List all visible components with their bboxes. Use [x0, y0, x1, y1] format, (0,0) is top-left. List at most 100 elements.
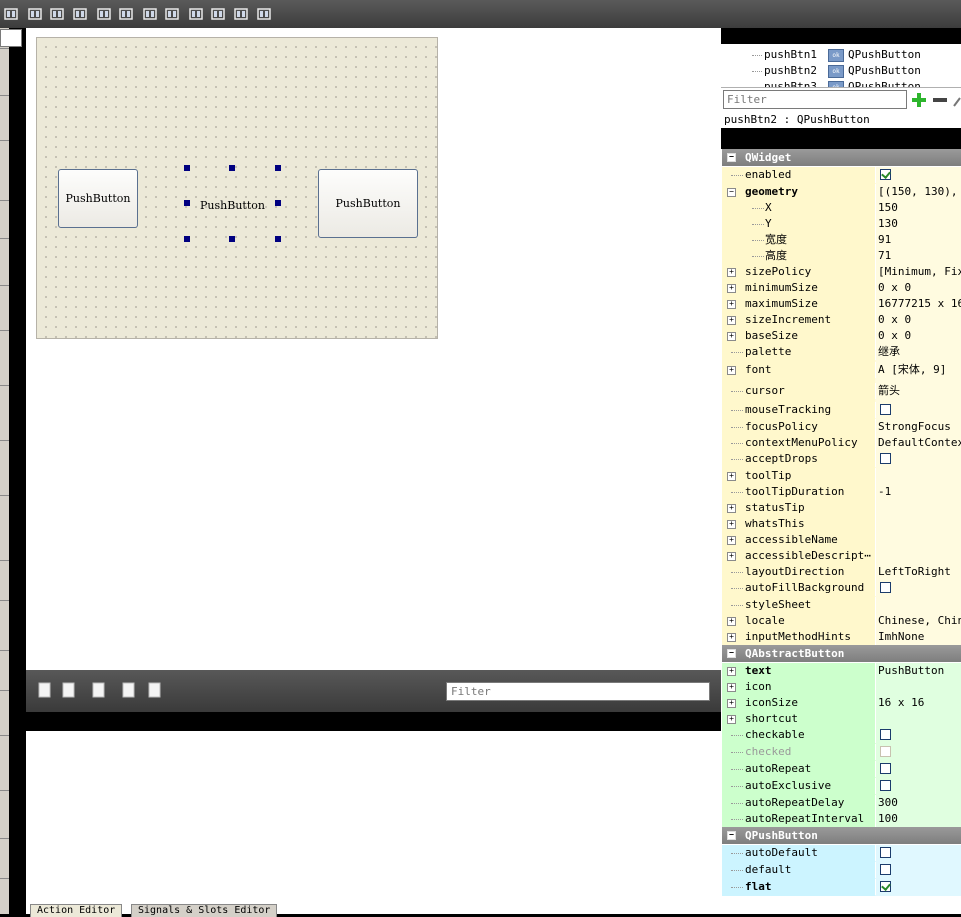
property-row[interactable]: default: [722, 862, 961, 879]
property-checkbox[interactable]: [880, 846, 891, 858]
property-value[interactable]: [875, 744, 891, 760]
property-value[interactable]: PushButton: [875, 663, 944, 679]
section-qabstractbutton[interactable]: − QAbstractButton: [722, 645, 961, 662]
property-value[interactable]: [875, 761, 891, 777]
edit-signals-icon[interactable]: [27, 6, 43, 22]
expand-icon[interactable]: +: [727, 552, 736, 561]
configure-icon[interactable]: [952, 92, 961, 108]
tab-signals-slots-editor[interactable]: Signals & Slots Editor: [131, 904, 278, 917]
property-value[interactable]: 继承: [875, 344, 900, 360]
property-value[interactable]: [875, 845, 891, 861]
selection-handle[interactable]: [184, 165, 190, 171]
expand-icon[interactable]: +: [727, 683, 736, 692]
property-row[interactable]: + font A [宋体, 9]: [722, 362, 961, 383]
property-checkbox[interactable]: [880, 168, 891, 180]
property-value[interactable]: 箭头: [875, 383, 900, 399]
collapse-icon[interactable]: −: [727, 188, 736, 197]
push-button-3[interactable]: PushButton: [318, 169, 418, 238]
adjust-size-icon[interactable]: [256, 6, 272, 22]
expand-icon[interactable]: +: [727, 504, 736, 513]
expand-icon[interactable]: +: [727, 536, 736, 545]
property-value[interactable]: Chinese, China: [875, 613, 961, 629]
section-qwidget[interactable]: − QWidget: [722, 149, 961, 166]
expand-icon[interactable]: +: [727, 617, 736, 626]
selection-handle[interactable]: [229, 236, 235, 242]
property-value[interactable]: 0 x 0: [875, 312, 911, 328]
property-row[interactable]: 宽度 91: [722, 232, 961, 248]
expand-icon[interactable]: +: [727, 633, 736, 642]
collapse-icon[interactable]: −: [727, 831, 736, 840]
object-row[interactable]: pushBtn3okQPushButton: [722, 79, 961, 87]
selection-handle[interactable]: [275, 165, 281, 171]
property-row[interactable]: autoRepeatInterval 100: [722, 811, 961, 827]
property-filter-input[interactable]: Filter: [723, 90, 907, 109]
remove-property-icon[interactable]: [932, 92, 948, 108]
property-value[interactable]: 150: [875, 200, 898, 216]
property-checkbox[interactable]: [880, 452, 891, 464]
property-value[interactable]: 71: [875, 248, 891, 264]
property-row[interactable]: autoRepeatDelay 300: [722, 795, 961, 811]
push-button-1[interactable]: PushButton: [58, 169, 138, 228]
tab-action-editor[interactable]: Action Editor: [30, 904, 123, 917]
expand-icon[interactable]: +: [727, 332, 736, 341]
property-row[interactable]: palette 继承: [722, 344, 961, 362]
property-value[interactable]: [875, 727, 891, 743]
property-value[interactable]: DefaultContex⋯: [875, 435, 961, 451]
property-value[interactable]: ImhNone: [875, 629, 924, 645]
property-row[interactable]: styleSheet: [722, 597, 961, 613]
expand-icon[interactable]: +: [727, 667, 736, 676]
expand-icon[interactable]: +: [727, 715, 736, 724]
property-value[interactable]: [875, 580, 891, 596]
property-row[interactable]: + baseSize 0 x 0: [722, 328, 961, 344]
expand-icon[interactable]: +: [727, 316, 736, 325]
action-filter-input[interactable]: Filter: [446, 682, 710, 701]
expand-icon[interactable]: +: [727, 699, 736, 708]
widget-box-filter[interactable]: [0, 29, 22, 47]
layout-grid-icon[interactable]: [210, 6, 226, 22]
property-row[interactable]: + sizeIncrement 0 x 0: [722, 312, 961, 328]
property-checkbox[interactable]: [880, 762, 891, 774]
object-row[interactable]: pushBtn1 ok QPushButton: [722, 47, 961, 63]
expand-icon[interactable]: +: [727, 300, 736, 309]
property-checkbox[interactable]: [880, 403, 891, 415]
expand-icon[interactable]: +: [727, 472, 736, 481]
property-row[interactable]: autoFillBackground: [722, 580, 961, 597]
property-row[interactable]: + maximumSize 16777215 x 16⋯: [722, 296, 961, 312]
property-checkbox[interactable]: [880, 728, 891, 740]
property-value[interactable]: 16 x 16: [875, 695, 924, 711]
property-row[interactable]: −geometry [(150, 130), ⋯: [722, 184, 961, 200]
property-value[interactable]: [875, 468, 878, 484]
expand-icon[interactable]: +: [727, 284, 736, 293]
property-value[interactable]: [875, 167, 891, 183]
property-row[interactable]: focusPolicy StrongFocus: [722, 419, 961, 435]
expand-icon[interactable]: +: [727, 268, 736, 277]
property-value[interactable]: StrongFocus: [875, 419, 951, 435]
property-value[interactable]: [875, 532, 878, 548]
property-row[interactable]: Y 130: [722, 216, 961, 232]
property-row[interactable]: + accessibleName: [722, 532, 961, 548]
property-value[interactable]: [875, 548, 878, 564]
selection-handle[interactable]: [275, 200, 281, 206]
property-value[interactable]: 0 x 0: [875, 280, 911, 296]
selection-handle[interactable]: [229, 165, 235, 171]
property-value[interactable]: [875, 516, 878, 532]
delete-action-icon[interactable]: [120, 681, 138, 699]
expand-icon[interactable]: +: [727, 366, 736, 375]
property-row[interactable]: + inputMethodHints ImhNone: [722, 629, 961, 645]
property-row[interactable]: acceptDrops: [722, 451, 961, 468]
property-value[interactable]: [875, 597, 878, 613]
property-value[interactable]: [875, 679, 878, 695]
property-row[interactable]: flat: [722, 879, 961, 896]
property-row[interactable]: enabled: [722, 167, 961, 184]
property-row[interactable]: + accessibleDescript⋯: [722, 548, 961, 564]
property-row[interactable]: autoDefault: [722, 845, 961, 862]
property-value[interactable]: A [宋体, 9]: [875, 362, 946, 378]
layout-h-splitter-icon[interactable]: [142, 6, 158, 22]
property-value[interactable]: 0 x 0: [875, 328, 911, 344]
property-row[interactable]: + whatsThis: [722, 516, 961, 532]
object-row[interactable]: pushBtn2 ok QPushButton: [722, 63, 961, 79]
layout-v-splitter-icon[interactable]: [164, 6, 180, 22]
property-row[interactable]: autoExclusive: [722, 778, 961, 795]
property-row[interactable]: + locale Chinese, China: [722, 613, 961, 629]
selection-handle[interactable]: [275, 236, 281, 242]
